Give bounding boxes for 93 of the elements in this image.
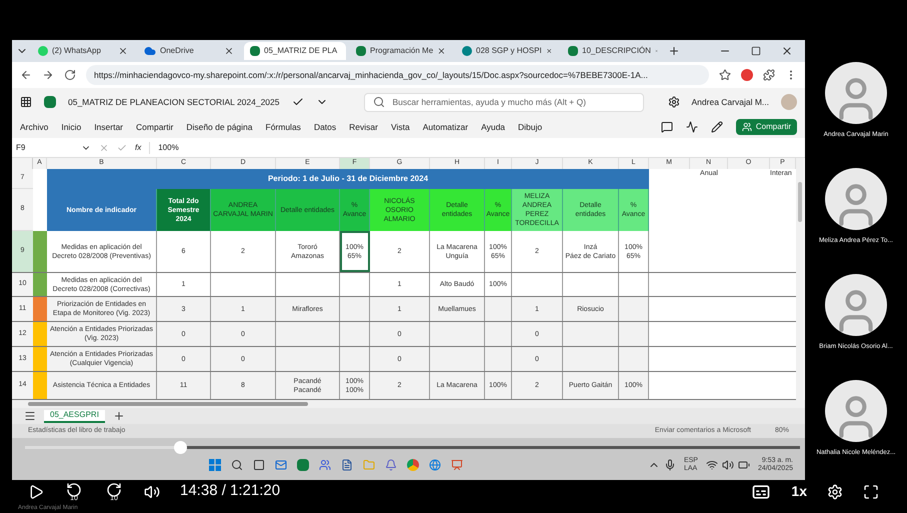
browser-tab[interactable]: (2) WhatsApp bbox=[32, 42, 134, 60]
ribbon-tab[interactable]: Insertar bbox=[94, 120, 124, 134]
add-sheet-icon[interactable] bbox=[112, 410, 125, 422]
table-cell[interactable] bbox=[340, 322, 370, 346]
comment-icon[interactable] bbox=[660, 121, 673, 133]
browser-icon[interactable] bbox=[406, 459, 419, 471]
volume-icon[interactable] bbox=[144, 484, 160, 500]
close-icon[interactable] bbox=[118, 46, 128, 56]
sheet-tab[interactable]: 05_AESGPRI bbox=[44, 410, 105, 422]
table-cell[interactable] bbox=[340, 347, 370, 371]
restore-icon[interactable] bbox=[751, 46, 761, 56]
file-name[interactable]: 05_MATRIZ DE PLANEACION SECTORIAL 2024_2025 bbox=[68, 96, 280, 108]
table-cell[interactable] bbox=[619, 322, 649, 346]
ribbon-tab[interactable]: Revisar bbox=[349, 120, 378, 134]
table-cell[interactable] bbox=[276, 322, 340, 346]
playback-speed[interactable]: 1x bbox=[791, 481, 807, 502]
ribbon-tab[interactable]: Compartir bbox=[136, 120, 174, 134]
playback-time: 14:38 / 1:21:20 bbox=[180, 481, 280, 502]
ribbon-tab[interactable]: Diseño de página bbox=[186, 120, 252, 134]
saved-icon bbox=[292, 96, 304, 108]
pencil-icon[interactable] bbox=[710, 121, 723, 133]
close-icon[interactable] bbox=[224, 46, 234, 56]
close-icon[interactable] bbox=[437, 46, 446, 56]
browser-tab[interactable]: Programación Me bbox=[350, 42, 452, 60]
browser-tab[interactable]: 05_MATRIZ DE PLA bbox=[244, 42, 346, 60]
table-cell[interactable] bbox=[340, 297, 370, 321]
vertical-scrollbar[interactable] bbox=[796, 158, 804, 400]
formula-field[interactable]: 100% bbox=[149, 142, 801, 154]
table-cell[interactable] bbox=[563, 347, 619, 371]
cloud-icon bbox=[144, 45, 156, 57]
address-bar[interactable]: https://minhaciendagovco-my.sharepoint.com/:x:/r/personal/ancarvaj_minhacienda_gov_co/_layouts/15/Doc.aspx?sourcedoc=%7BEBE7300E-1A... bbox=[86, 65, 709, 85]
browser-tab[interactable]: 10_DESCRIPCIÓN bbox=[562, 42, 664, 60]
spreadsheet-icon bbox=[250, 46, 260, 56]
table-cell[interactable] bbox=[563, 322, 619, 346]
user-name[interactable]: Andrea Carvajal M... bbox=[692, 96, 769, 108]
table-cell[interactable] bbox=[276, 347, 340, 371]
search-field[interactable]: Buscar herramientas, ayuda y mucho más (Alt + Q) bbox=[364, 92, 644, 112]
bookmark-star-icon[interactable] bbox=[719, 69, 731, 81]
people-icon[interactable] bbox=[318, 459, 331, 471]
task-view-icon[interactable] bbox=[252, 459, 265, 471]
play-icon[interactable] bbox=[28, 484, 44, 500]
settings-icon[interactable] bbox=[668, 96, 680, 108]
browser-tab[interactable]: OneDrive bbox=[138, 42, 240, 60]
table-cell[interactable] bbox=[485, 347, 512, 371]
activity-icon[interactable] bbox=[686, 121, 698, 133]
table-cell[interactable] bbox=[430, 347, 485, 371]
ribbon-tab[interactable]: Dibujo bbox=[518, 120, 542, 134]
volume-icon[interactable] bbox=[722, 459, 734, 471]
spreadsheet-icon bbox=[44, 96, 56, 108]
close-icon[interactable] bbox=[546, 46, 552, 56]
presentation-icon[interactable] bbox=[450, 459, 463, 471]
extension-icon[interactable] bbox=[741, 69, 753, 81]
windows-logo-icon[interactable] bbox=[208, 459, 221, 471]
table-cell[interactable] bbox=[485, 322, 512, 346]
name-box[interactable]: F9 bbox=[16, 142, 91, 154]
microphone-icon[interactable] bbox=[664, 459, 676, 471]
table-cell[interactable] bbox=[619, 297, 649, 321]
ribbon-tab[interactable]: Automatizar bbox=[422, 120, 468, 134]
function-button[interactable]: fx bbox=[135, 142, 142, 154]
new-tab-icon[interactable] bbox=[668, 45, 680, 57]
ribbon-tab[interactable]: Datos bbox=[314, 120, 336, 134]
sheet-list-icon[interactable] bbox=[24, 410, 36, 422]
back-icon[interactable] bbox=[20, 69, 32, 81]
app-launcher-icon[interactable] bbox=[20, 96, 32, 108]
spreadsheet-icon[interactable] bbox=[296, 459, 309, 471]
cancel-icon[interactable] bbox=[99, 142, 109, 152]
search-icon[interactable] bbox=[230, 459, 243, 471]
people-icon bbox=[742, 122, 752, 132]
ribbon-tab[interactable]: Archivo bbox=[20, 120, 48, 134]
share-button[interactable]: Compartir bbox=[736, 119, 797, 135]
notification-app-icon[interactable] bbox=[384, 459, 397, 471]
table-cell[interactable] bbox=[430, 322, 485, 346]
ribbon-tab[interactable]: Fórmulas bbox=[266, 120, 301, 134]
table-cell[interactable] bbox=[619, 347, 649, 371]
mail-icon[interactable] bbox=[274, 459, 287, 471]
table-cell[interactable] bbox=[485, 297, 512, 321]
enter-icon[interactable] bbox=[117, 142, 127, 152]
browser-tab[interactable]: 028 SGP y HOSPI bbox=[456, 42, 558, 60]
battery-icon[interactable] bbox=[738, 459, 750, 471]
period-title: Periodo: 1 de Julio - 31 de Diciembre 2024 bbox=[47, 169, 649, 189]
spreadsheet-icon bbox=[568, 46, 578, 56]
ribbon-tab[interactable]: Vista bbox=[390, 120, 410, 134]
close-icon[interactable] bbox=[781, 45, 793, 57]
horizontal-scrollbar[interactable] bbox=[12, 400, 805, 408]
ribbon-tab[interactable]: Ayuda bbox=[481, 120, 506, 134]
forward-icon[interactable] bbox=[42, 69, 54, 81]
ribbon-tab[interactable]: Inicio bbox=[61, 120, 82, 134]
globe-icon[interactable] bbox=[428, 459, 441, 471]
reload-icon[interactable] bbox=[64, 69, 76, 81]
fullscreen-icon[interactable] bbox=[863, 484, 879, 500]
puzzle-icon[interactable] bbox=[763, 69, 775, 81]
spreadsheet-icon bbox=[356, 46, 366, 56]
search-icon bbox=[372, 96, 384, 108]
